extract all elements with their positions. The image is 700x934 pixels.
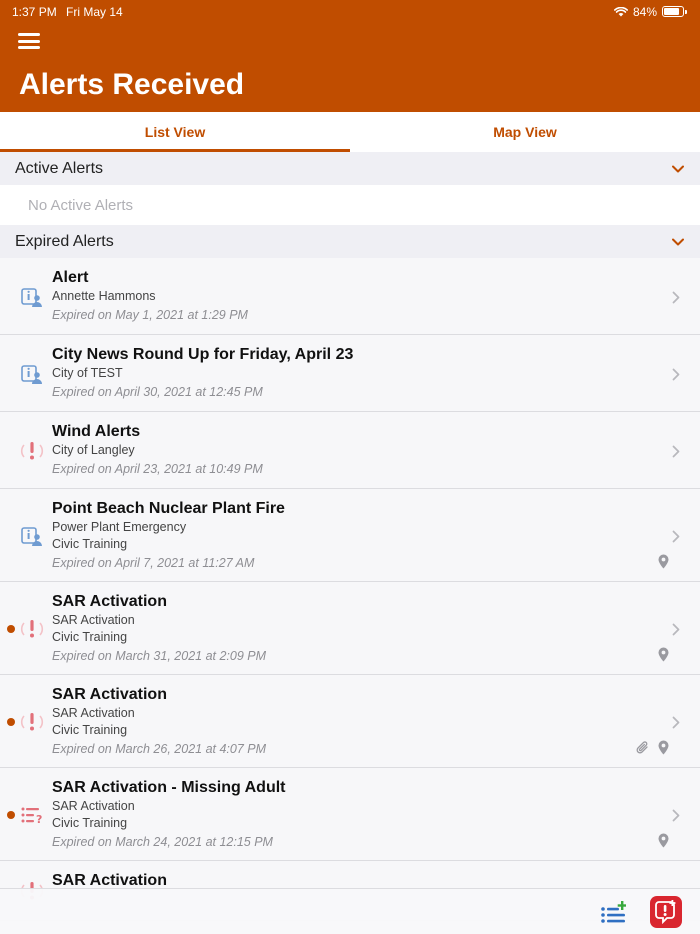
- location-pin-icon: [658, 647, 669, 662]
- chevron-down-icon: [672, 165, 684, 172]
- tab-map-view[interactable]: Map View: [350, 112, 700, 152]
- alert-source: SAR Activation: [52, 613, 135, 627]
- section-label: Expired Alerts: [15, 232, 114, 250]
- info-person-icon: [20, 285, 44, 309]
- alert-indicators: [658, 647, 669, 662]
- battery-level: [664, 8, 680, 15]
- location-pin-icon: [658, 554, 669, 569]
- new-alert-button[interactable]: [650, 896, 682, 928]
- alert-title: City News Round Up for Friday, April 23: [52, 346, 354, 363]
- alert-title: Wind Alerts: [52, 423, 141, 440]
- alert-list-item[interactable]: SAR Activation SAR Activation Civic Traini…: [0, 582, 700, 675]
- alert-app-icon: [655, 900, 676, 924]
- chevron-right-icon: [672, 291, 680, 303]
- alert-expiration: Expired on April 30, 2021 at 12:45 PM: [52, 385, 263, 399]
- expired-alerts-list: Alert Annette Hammons Expired on May 1, 20…: [0, 258, 700, 921]
- exclamation-icon: [20, 710, 44, 734]
- alert-title: SAR Activation: [52, 686, 167, 703]
- view-tabs: List View Map View: [0, 112, 700, 152]
- alert-list-item[interactable]: Point Beach Nuclear Plant Fire Power Plan…: [0, 489, 700, 582]
- info-person-icon: [20, 362, 44, 386]
- alert-list-item[interactable]: City News Round Up for Friday, April 23 C…: [0, 335, 700, 412]
- info-person-icon: [20, 524, 44, 548]
- location-pin-icon: [658, 740, 669, 755]
- alert-list-item[interactable]: Alert Annette Hammons Expired on May 1, 20…: [0, 258, 700, 335]
- alert-expiration: Expired on March 24, 2021 at 12:15 PM: [52, 835, 273, 849]
- tab-list-view[interactable]: List View: [0, 112, 350, 152]
- alert-expiration: Expired on May 1, 2021 at 1:29 PM: [52, 308, 248, 322]
- section-label: Active Alerts: [15, 159, 104, 177]
- exclamation-icon: [20, 617, 44, 641]
- page-title: Alerts Received: [19, 68, 245, 101]
- chevron-right-icon: [672, 809, 680, 821]
- chevron-right-icon: [672, 445, 680, 457]
- alert-list-item[interactable]: ? SAR Activation - Missing Adult SAR Activ…: [0, 768, 700, 861]
- alert-source: City of Langley: [52, 443, 135, 457]
- alert-expiration: Expired on April 23, 2021 at 10:49 PM: [52, 462, 263, 476]
- alert-indicators: [658, 554, 669, 569]
- alert-source: Annette Hammons: [52, 289, 156, 303]
- alert-title: Point Beach Nuclear Plant Fire: [52, 500, 285, 517]
- battery-icon: [662, 6, 687, 17]
- alert-source: Civic Training: [52, 723, 128, 737]
- alert-expiration: Expired on March 31, 2021 at 2:09 PM: [52, 649, 267, 663]
- svg-text:?: ?: [36, 813, 42, 826]
- status-bar: 1:37 PM Fri May 14 84%: [0, 0, 700, 20]
- chevron-right-icon: [672, 716, 680, 728]
- status-time: 1:37 PM: [12, 4, 57, 19]
- question-list-icon: ?: [20, 803, 44, 827]
- alert-source: Civic Training: [52, 630, 128, 644]
- alert-title: SAR Activation: [52, 593, 167, 610]
- chevron-right-icon: [672, 530, 680, 542]
- alert-expiration: Expired on March 26, 2021 at 4:07 PM: [52, 742, 267, 756]
- alert-source: SAR Activation: [52, 706, 135, 720]
- bottom-toolbar: [0, 888, 700, 934]
- alert-source: Civic Training: [52, 537, 128, 551]
- alert-indicators: [636, 740, 669, 755]
- chevron-right-icon: [672, 623, 680, 635]
- exclamation-icon: [20, 439, 44, 463]
- unread-indicator: [7, 717, 15, 726]
- active-alerts-header[interactable]: Active Alerts: [0, 152, 700, 185]
- add-list-icon[interactable]: [600, 901, 626, 925]
- alert-indicators: [658, 833, 669, 848]
- battery-percent: 84%: [632, 4, 657, 19]
- alert-title: SAR Activation - Missing Adult: [52, 779, 286, 796]
- unread-indicator: [7, 810, 15, 819]
- unread-indicator: [7, 624, 15, 633]
- alert-source: Civic Training: [52, 816, 128, 830]
- paperclip-icon: [636, 740, 648, 753]
- chevron-right-icon: [672, 368, 680, 380]
- hamburger-menu-icon[interactable]: [18, 33, 40, 49]
- alert-title: Alert: [52, 269, 89, 286]
- alert-source: City of TEST: [52, 366, 123, 380]
- alert-expiration: Expired on April 7, 2021 at 11:27 AM: [52, 556, 255, 570]
- no-active-alerts: No Active Alerts: [0, 185, 700, 225]
- expired-alerts-header[interactable]: Expired Alerts: [0, 225, 700, 258]
- chevron-down-icon: [672, 238, 684, 245]
- wifi-icon: [613, 6, 628, 16]
- alert-list-item[interactable]: Wind Alerts City of Langley Expired on Apr…: [0, 412, 700, 489]
- alert-source: SAR Activation: [52, 799, 135, 813]
- alert-list-item[interactable]: SAR Activation SAR Activation Civic Traini…: [0, 675, 700, 768]
- status-date: Fri May 14: [66, 4, 123, 19]
- app-header: 1:37 PM Fri May 14 84% Alerts Received: [0, 0, 700, 112]
- location-pin-icon: [658, 833, 669, 848]
- alert-source: Power Plant Emergency: [52, 520, 187, 534]
